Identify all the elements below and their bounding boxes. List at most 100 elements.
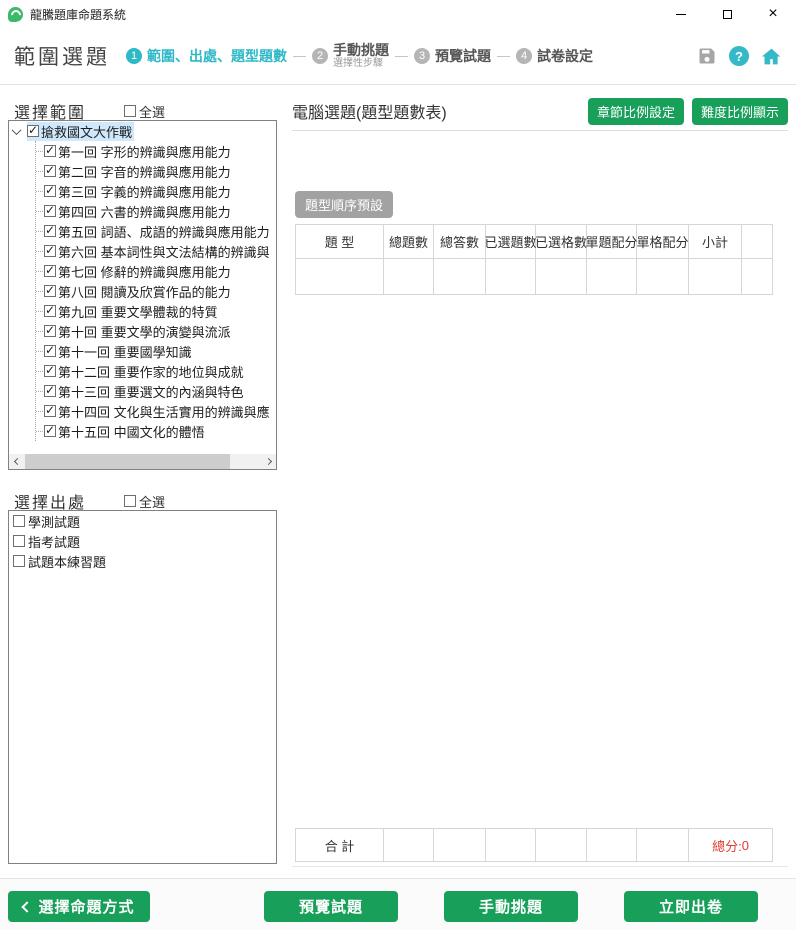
- question-order-badge[interactable]: 題型順序預設: [295, 191, 393, 218]
- footer-total-label-cell: 合 計: [296, 829, 384, 862]
- source-item[interactable]: 學測試題: [9, 511, 276, 531]
- step-4-paper-settings[interactable]: 4 試卷設定: [516, 46, 593, 66]
- page-title: 範圍選題: [14, 41, 110, 71]
- tree-item-checkbox[interactable]: [44, 245, 56, 257]
- source-item-checkbox[interactable]: [13, 535, 25, 547]
- tree-item[interactable]: 第四回 六書的辨識與應用能力: [36, 201, 276, 221]
- tree-item-checkbox[interactable]: [44, 165, 56, 177]
- home-icon: [761, 46, 782, 67]
- tree-item-checkbox[interactable]: [44, 185, 56, 197]
- table-header-cell: [742, 225, 773, 259]
- source-item-checkbox[interactable]: [13, 555, 25, 567]
- choose-method-back-button[interactable]: 選擇命題方式: [8, 891, 150, 922]
- tree-root-item[interactable]: 搶救國文大作戰: [9, 121, 276, 141]
- step-2-manual-pick[interactable]: 2 手動挑題 選擇性步驟: [312, 43, 389, 69]
- tree-item[interactable]: 第八回 閱讀及欣賞作品的能力: [36, 281, 276, 301]
- table-header-cell: 題 型: [296, 225, 384, 259]
- tree-item[interactable]: 第一回 字形的辨識與應用能力: [36, 141, 276, 161]
- step-2-circle: 2: [312, 48, 328, 64]
- source-select-all-checkbox[interactable]: [124, 495, 136, 507]
- tree-children: 第一回 字形的辨識與應用能力 第二回 字音的辨識與應用能力 第三回 字義的辨識與…: [35, 141, 276, 441]
- step-separator: —: [497, 48, 510, 63]
- tree-item[interactable]: 第十三回 重要選文的內涵與特色: [36, 381, 276, 401]
- chevron-down-icon[interactable]: [12, 125, 22, 135]
- table-cell: [587, 829, 637, 862]
- range-select-all[interactable]: 全選: [124, 102, 165, 121]
- table-cell: [486, 259, 536, 295]
- maximize-button[interactable]: [704, 0, 750, 28]
- tree-item[interactable]: 第十二回 重要作家的地位與成就: [36, 361, 276, 381]
- tree-item-checkbox[interactable]: [44, 365, 56, 377]
- table-header-cell: 總答數: [434, 225, 486, 259]
- table-footer-row: 合 計 總分:0: [295, 828, 773, 862]
- total-score: 總分:0: [689, 829, 773, 862]
- generate-paper-button[interactable]: 立即出卷: [624, 891, 758, 922]
- tree-item-checkbox[interactable]: [44, 265, 56, 277]
- close-button[interactable]: ×: [750, 0, 796, 28]
- tree-item[interactable]: 第九回 重要文學體裁的特質: [36, 301, 276, 321]
- minimize-icon: [676, 14, 686, 15]
- maximize-icon: [723, 10, 732, 19]
- horizontal-scrollbar[interactable]: [9, 454, 276, 469]
- tree-item-checkbox[interactable]: [44, 405, 56, 417]
- bottom-action-bar: 選擇命題方式 預覽試題 手動挑題 立即出卷: [0, 878, 796, 930]
- scroll-right-arrow[interactable]: [262, 454, 276, 469]
- table-cell: [587, 259, 637, 295]
- step-separator: —: [395, 48, 408, 63]
- difficulty-ratio-button[interactable]: 難度比例顯示: [692, 98, 788, 125]
- step-1-range[interactable]: 1 範圍、出處、題型題數: [126, 46, 287, 66]
- panel-divider: [292, 130, 788, 131]
- source-list-panel: 學測試題 指考試題 試題本練習題: [8, 510, 277, 864]
- tree-item-checkbox[interactable]: [44, 205, 56, 217]
- tree-root-checkbox[interactable]: [27, 125, 39, 137]
- table-cell: [742, 259, 773, 295]
- chevron-left-icon: [22, 901, 33, 912]
- preview-questions-button[interactable]: 預覽試題: [264, 891, 398, 922]
- save-button[interactable]: [696, 45, 718, 67]
- table-cell: [536, 259, 587, 295]
- tree-item[interactable]: 第六回 基本詞性與文法結構的辨識與: [36, 241, 276, 261]
- tree-item-checkbox[interactable]: [44, 225, 56, 237]
- help-button[interactable]: ?: [728, 45, 750, 67]
- chapter-ratio-button[interactable]: 章節比例設定: [588, 98, 684, 125]
- tree-item-checkbox[interactable]: [44, 305, 56, 317]
- source-item[interactable]: 指考試題: [9, 531, 276, 551]
- step-separator: —: [293, 48, 306, 63]
- tree-item[interactable]: 第十回 重要文學的演變與流派: [36, 321, 276, 341]
- tree-item-checkbox[interactable]: [44, 385, 56, 397]
- table-header-cell: 已選格數: [536, 225, 587, 259]
- scrollbar-thumb[interactable]: [25, 454, 230, 469]
- tree-item[interactable]: 第十四回 文化與生活實用的辨識與應: [36, 401, 276, 421]
- table-cell: [486, 829, 536, 862]
- scroll-left-arrow[interactable]: [9, 454, 23, 469]
- table-cell: [689, 259, 742, 295]
- source-item[interactable]: 試題本練習題: [9, 551, 276, 571]
- tree-item[interactable]: 第十五回 中國文化的體悟: [36, 421, 276, 441]
- tree-item-checkbox[interactable]: [44, 345, 56, 357]
- source-item-checkbox[interactable]: [13, 515, 25, 527]
- tree-item[interactable]: 第七回 修辭的辨識與應用能力: [36, 261, 276, 281]
- tree-item[interactable]: 第二回 字音的辨識與應用能力: [36, 161, 276, 181]
- step-4-circle: 4: [516, 48, 532, 64]
- help-icon: ?: [729, 46, 749, 66]
- tree-item-checkbox[interactable]: [44, 325, 56, 337]
- table-header-cell: 單格配分: [637, 225, 689, 259]
- tree-item-checkbox[interactable]: [44, 425, 56, 437]
- manual-pick-button[interactable]: 手動挑題: [444, 891, 578, 922]
- range-select-all-checkbox[interactable]: [124, 105, 136, 117]
- tree-item[interactable]: 第十一回 重要國學知識: [36, 341, 276, 361]
- tree-item-checkbox[interactable]: [44, 145, 56, 157]
- app-logo-icon: [8, 7, 23, 22]
- step-1-circle: 1: [126, 48, 142, 64]
- home-button[interactable]: [760, 45, 782, 67]
- tree-item-checkbox[interactable]: [44, 285, 56, 297]
- tree-item[interactable]: 第三回 字義的辨識與應用能力: [36, 181, 276, 201]
- window-title: 龍騰題庫命題系統: [30, 6, 126, 23]
- chevron-right-icon: [264, 458, 271, 465]
- minimize-button[interactable]: [658, 0, 704, 28]
- page-header: 範圍選題 1 範圍、出處、題型題數 — 2 手動挑題 選擇性步驟 — 3 預覽試…: [0, 28, 796, 85]
- step-3-preview[interactable]: 3 預覽試題: [414, 46, 491, 66]
- tree-item[interactable]: 第五回 詞語、成語的辨識與應用能力: [36, 221, 276, 241]
- table-cell: [637, 829, 689, 862]
- source-select-all[interactable]: 全選: [124, 492, 165, 511]
